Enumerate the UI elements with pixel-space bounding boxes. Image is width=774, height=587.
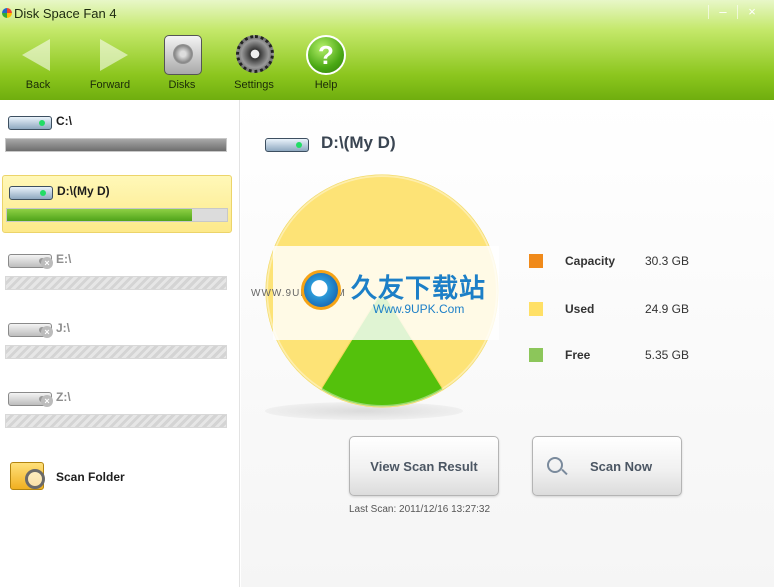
usage-bar — [6, 208, 228, 222]
forward-button[interactable]: Forward — [80, 33, 140, 95]
hard-drive-icon — [265, 138, 309, 152]
drive-label: E:\ — [56, 252, 72, 266]
legend-label: Capacity — [565, 254, 616, 268]
drive-list-sidebar: C:\ D:\(My D) × E:\ × J:\ × Z:\ Scan Fol… — [0, 100, 240, 587]
help-label: Help — [314, 79, 338, 91]
back-label: Back — [25, 79, 51, 91]
drive-item-z[interactable]: × Z:\ — [2, 382, 232, 440]
legend-label: Used — [565, 302, 595, 316]
drive-label: J:\ — [56, 321, 71, 335]
minimize-button[interactable]: – — [709, 3, 737, 21]
hard-drive-icon — [9, 186, 53, 200]
folder-search-icon — [10, 462, 45, 490]
help-button[interactable]: ? Help — [296, 33, 356, 95]
window-controls: – × — [708, 3, 766, 21]
settings-label: Settings — [234, 79, 274, 91]
legend-swatch — [529, 302, 543, 316]
back-arrow-icon — [22, 39, 50, 71]
watermark-logo-text: 久友下载站 — [351, 273, 487, 303]
settings-button[interactable]: Settings — [224, 33, 284, 95]
usage-bar — [5, 138, 227, 152]
offline-drive-icon: × — [8, 392, 53, 407]
scan-folder-label: Scan Folder — [56, 470, 125, 484]
hard-disk-icon — [164, 35, 202, 75]
title-bar: Disk Space Fan 4 – × — [0, 0, 774, 26]
forward-label: Forward — [89, 79, 131, 91]
usage-bar — [5, 414, 227, 428]
drive-item-d[interactable]: D:\(My D) — [2, 175, 232, 233]
drive-label: C:\ — [56, 114, 72, 128]
back-button[interactable]: Back — [8, 33, 68, 95]
disks-button[interactable]: Disks — [152, 33, 212, 95]
gear-icon — [236, 35, 274, 73]
view-scan-result-label: View Scan Result — [370, 459, 478, 474]
drive-item-e[interactable]: × E:\ — [2, 244, 232, 302]
watermark-logo-icon — [301, 270, 341, 310]
legend-value: 24.9 GB — [644, 302, 689, 316]
offline-drive-icon: × — [8, 254, 53, 269]
close-button[interactable]: × — [738, 3, 766, 21]
legend-swatch — [529, 348, 543, 362]
drive-item-c[interactable]: C:\ — [2, 106, 232, 164]
usage-bar-fill — [6, 139, 226, 151]
window-title: Disk Space Fan 4 — [14, 6, 117, 21]
hard-drive-icon — [8, 116, 52, 130]
legend-swatch — [529, 254, 543, 268]
legend-value: 30.3 GB — [644, 254, 689, 268]
forward-arrow-icon — [100, 39, 128, 71]
view-scan-result-button[interactable]: View Scan Result — [349, 436, 499, 496]
help-icon: ? — [306, 35, 346, 75]
legend-value: 5.35 GB — [644, 348, 689, 362]
drive-label: Z:\ — [56, 390, 71, 404]
drive-detail-panel: D:\(My D) WWW.9UPK.COM 久友下载站 Www.9UPK.Co… — [241, 100, 774, 587]
app-icon — [2, 8, 12, 18]
toolbar-area: Disk Space Fan 4 – × Back Forward Disks … — [0, 0, 774, 100]
disks-label: Disks — [168, 79, 196, 91]
scan-now-label: Scan Now — [589, 459, 653, 474]
last-scan-timestamp: Last Scan: 2011/12/16 13:27:32 — [349, 504, 491, 515]
legend-label: Free — [565, 348, 591, 362]
scan-now-button[interactable]: Scan Now — [532, 436, 682, 496]
usage-bar — [5, 276, 227, 290]
scan-folder-button[interactable]: Scan Folder — [8, 460, 228, 496]
drive-label: D:\(My D) — [57, 184, 110, 198]
usage-bar-fill — [7, 209, 192, 221]
watermark: WWW.9UPK.COM 久友下载站 Www.9UPK.Com — [251, 246, 499, 340]
offline-drive-icon: × — [8, 323, 53, 338]
selected-drive-title: D:\(My D) — [321, 133, 396, 152]
drive-item-j[interactable]: × J:\ — [2, 313, 232, 371]
watermark-url: Www.9UPK.Com — [373, 302, 465, 316]
usage-bar — [5, 345, 227, 359]
